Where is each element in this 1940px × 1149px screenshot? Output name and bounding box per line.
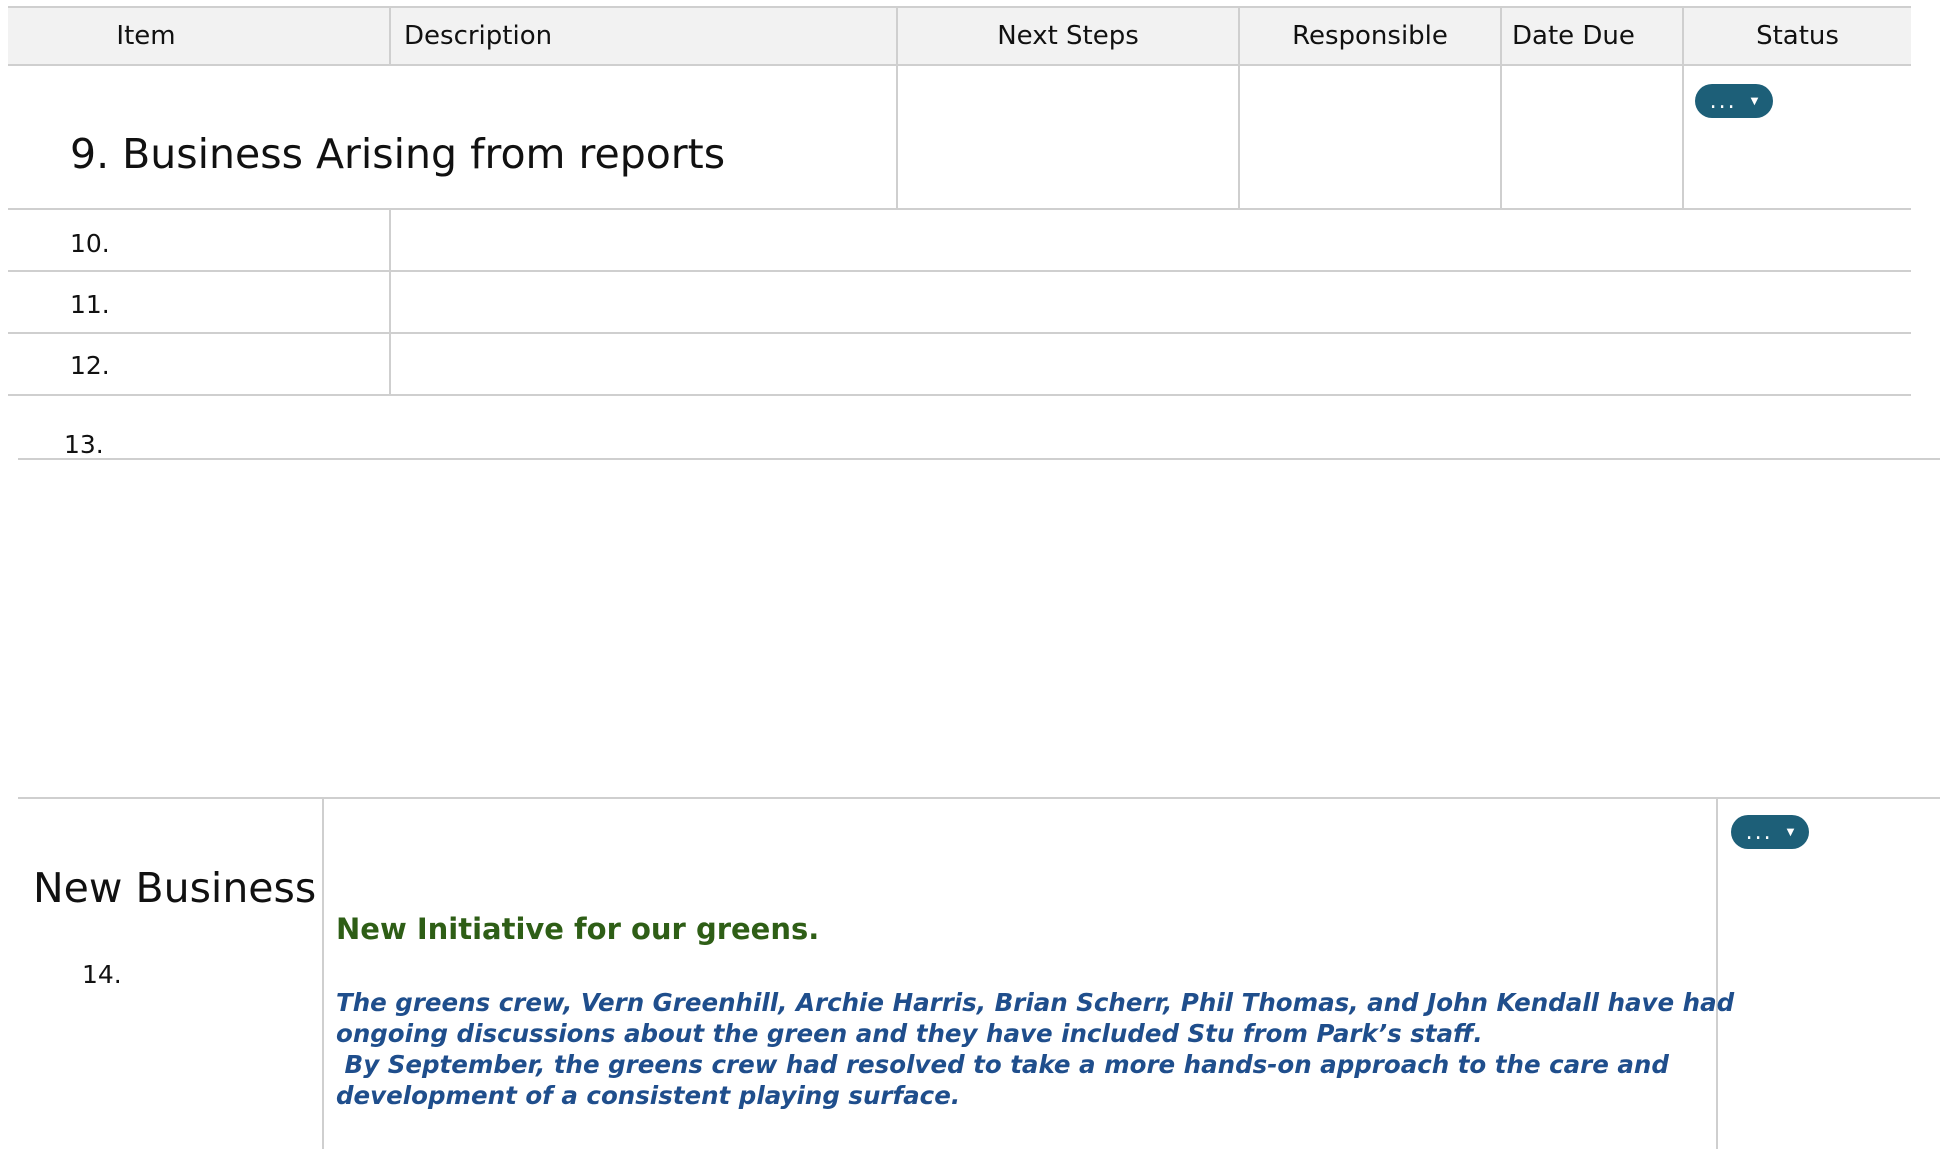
description-line: ongoing discussions about the green and … bbox=[336, 1019, 1483, 1048]
column-divider bbox=[1500, 7, 1502, 208]
header-date-due[interactable]: Date Due bbox=[1512, 7, 1635, 64]
section-title: 9. Business Arising from reports bbox=[70, 130, 726, 178]
status-button-label: ... bbox=[1709, 88, 1737, 114]
row-border bbox=[8, 332, 1911, 334]
caret-down-icon: ▼ bbox=[1750, 95, 1759, 107]
item-number-14: 14. bbox=[82, 960, 122, 989]
row-border bbox=[8, 394, 1911, 396]
column-divider bbox=[322, 798, 324, 1149]
description-line: The greens crew, Vern Greenhill, Archie … bbox=[336, 988, 1735, 1017]
status-dropdown-button[interactable]: ... ▼ bbox=[1695, 84, 1773, 118]
initiative-title: New Initiative for our greens. bbox=[336, 912, 820, 946]
header-next-steps[interactable]: Next Steps bbox=[898, 7, 1238, 64]
section-top-border bbox=[18, 797, 1940, 799]
row-border bbox=[8, 208, 1911, 210]
row-border bbox=[8, 270, 1911, 272]
column-divider bbox=[389, 209, 391, 395]
initiative-description: The greens crew, Vern Greenhill, Archie … bbox=[336, 987, 1735, 1111]
row-number-11: 11. bbox=[70, 290, 110, 319]
header-status[interactable]: Status bbox=[1684, 7, 1911, 64]
new-business-title: New Business bbox=[33, 864, 317, 912]
header-responsible[interactable]: Responsible bbox=[1240, 7, 1500, 64]
header-item[interactable]: Item bbox=[8, 7, 284, 64]
header-bottom-border bbox=[8, 64, 1911, 66]
row-number-12: 12. bbox=[70, 351, 110, 380]
caret-down-icon: ▼ bbox=[1786, 826, 1795, 838]
row-number-10: 10. bbox=[70, 229, 110, 258]
description-line: By September, the greens crew had resolv… bbox=[336, 1050, 1669, 1079]
description-line: development of a consistent playing surf… bbox=[336, 1081, 961, 1110]
header-description[interactable]: Description bbox=[404, 7, 552, 64]
row-number-13: 13. bbox=[64, 430, 104, 459]
status-dropdown-button[interactable]: ... ▼ bbox=[1731, 815, 1809, 849]
status-button-label: ... bbox=[1745, 819, 1773, 845]
column-divider bbox=[389, 7, 391, 64]
row-border bbox=[18, 458, 1940, 460]
